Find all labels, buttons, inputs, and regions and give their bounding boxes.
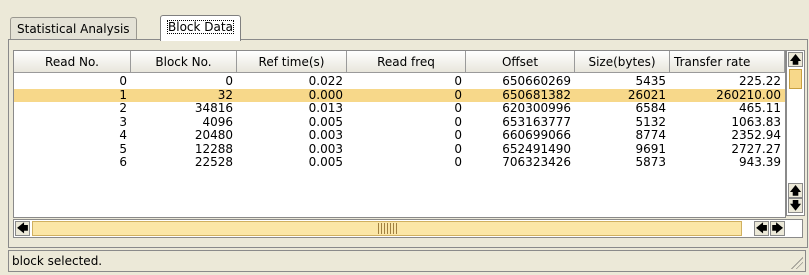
cell-read-freq: 0 [454,129,462,142]
cell-transfer-rate: 225.22 [739,75,781,88]
cell-transfer-rate: 465.11 [739,102,781,115]
block-data-panel: Read No. Block No. Ref time(s) Read freq… [8,39,808,248]
cell-transfer-rate: 2727.27 [731,142,781,156]
cell-read-no: 5 [119,142,127,156]
cell-ref-time: 0.005 [308,156,343,169]
tab-label: Block Data [167,20,234,34]
cell-block-no: 32 [217,88,233,102]
column-header-offset[interactable]: Offset [466,51,575,73]
cell-read-no: 0 [119,75,127,88]
cell-transfer-rate: 943.39 [739,156,781,169]
cell-size: 8774 [635,129,666,142]
cell-ref-time: 0.013 [308,102,343,115]
resize-grip-icon[interactable] [791,257,803,269]
horizontal-scroll-thumb[interactable] [32,221,742,236]
cell-offset: 652491490 [502,142,571,156]
cell-block-no: 0 [225,75,233,88]
scroll-left-icon[interactable]: 🡄 [754,221,769,236]
cell-read-no: 3 [119,115,127,129]
column-header-transfer-rate[interactable]: Transfer rate [670,51,785,73]
tab-label: Statistical Analysis [17,22,130,36]
block-data-table[interactable]: Read No. Block No. Ref time(s) Read freq… [13,50,786,218]
scroll-grip-icon [378,223,398,234]
scroll-up-icon[interactable]: 🡅 [788,52,803,67]
cell-offset: 653163777 [502,115,571,129]
table-row[interactable]: 6 22528 0.005 0 706323426 5873 943.39 [14,156,785,170]
vertical-scroll-thumb[interactable] [789,69,802,89]
scroll-right-icon[interactable]: 🡆 [770,221,785,236]
cell-offset: 620300996 [502,102,571,115]
cell-read-freq: 0 [454,88,462,102]
cell-ref-time: 0.000 [308,88,343,102]
cell-size: 26021 [627,88,666,102]
scroll-down-icon[interactable]: 🡇 [788,198,803,213]
table-row[interactable]: 3 4096 0.005 0 653163777 5132 1063.83 [14,116,785,130]
status-text: block selected. [12,254,103,268]
cell-size: 6584 [635,102,666,115]
cell-ref-time: 0.003 [308,129,343,142]
horizontal-scrollbar[interactable]: 🡄 🡄 🡆 [13,219,803,238]
cell-read-no: 1 [119,88,127,102]
cell-read-freq: 0 [454,102,462,115]
cell-transfer-rate: 1063.83 [731,115,781,129]
cell-block-no: 22528 [194,156,233,169]
cell-ref-time: 0.005 [308,115,343,129]
cell-size: 5873 [635,156,666,169]
status-bar: block selected. [8,250,806,272]
column-header-block-no[interactable]: Block No. [131,51,237,73]
cell-size: 5435 [635,75,666,88]
column-header-read-freq[interactable]: Read freq [347,51,466,73]
cell-offset: 650681382 [502,88,571,102]
table-row-selected[interactable]: 1 32 0.000 0 650681382 26021 260210.00 [14,88,785,102]
cell-size: 9691 [635,142,666,156]
column-header-ref-time[interactable]: Ref time(s) [237,51,347,73]
cell-read-no: 4 [119,129,127,142]
tab-statistical-analysis[interactable]: Statistical Analysis [10,17,137,40]
cell-block-no: 4096 [202,115,233,129]
cell-ref-time: 0.022 [308,75,343,88]
table-row[interactable]: 4 20480 0.003 0 660699066 8774 2352.94 [14,129,785,143]
cell-size: 5132 [635,115,666,129]
cell-offset: 650660269 [502,75,571,88]
table-row[interactable]: 5 12288 0.003 0 652491490 9691 2727.27 [14,143,785,157]
cell-offset: 706323426 [502,156,571,169]
cell-block-no: 12288 [194,142,233,156]
cell-read-freq: 0 [454,142,462,156]
table-row[interactable]: 0 0 0.022 0 650660269 5435 225.22 [14,75,785,89]
cell-read-freq: 0 [454,75,462,88]
cell-transfer-rate: 2352.94 [731,129,781,142]
column-header-read-no[interactable]: Read No. [14,51,131,73]
column-header-size[interactable]: Size(bytes) [575,51,670,73]
vertical-scrollbar[interactable]: 🡅 🡅 🡇 [786,50,805,216]
cell-ref-time: 0.003 [308,142,343,156]
cell-block-no: 34816 [194,102,233,115]
table-body: 0 0 0.022 0 650660269 5435 225.22 1 32 0… [14,75,785,170]
table-header: Read No. Block No. Ref time(s) Read freq… [14,51,785,75]
cell-read-no: 2 [119,102,127,115]
cell-transfer-rate: 260210.00 [716,88,781,102]
cell-read-freq: 0 [454,115,462,129]
cell-block-no: 20480 [194,129,233,142]
scroll-left-icon[interactable]: 🡄 [15,221,30,236]
cell-offset: 660699066 [502,129,571,142]
tab-block-data[interactable]: Block Data [160,15,241,41]
cell-read-freq: 0 [454,156,462,169]
table-row[interactable]: 2 34816 0.013 0 620300996 6584 465.11 [14,102,785,116]
scroll-up-icon[interactable]: 🡅 [788,183,803,198]
cell-read-no: 6 [119,156,127,169]
